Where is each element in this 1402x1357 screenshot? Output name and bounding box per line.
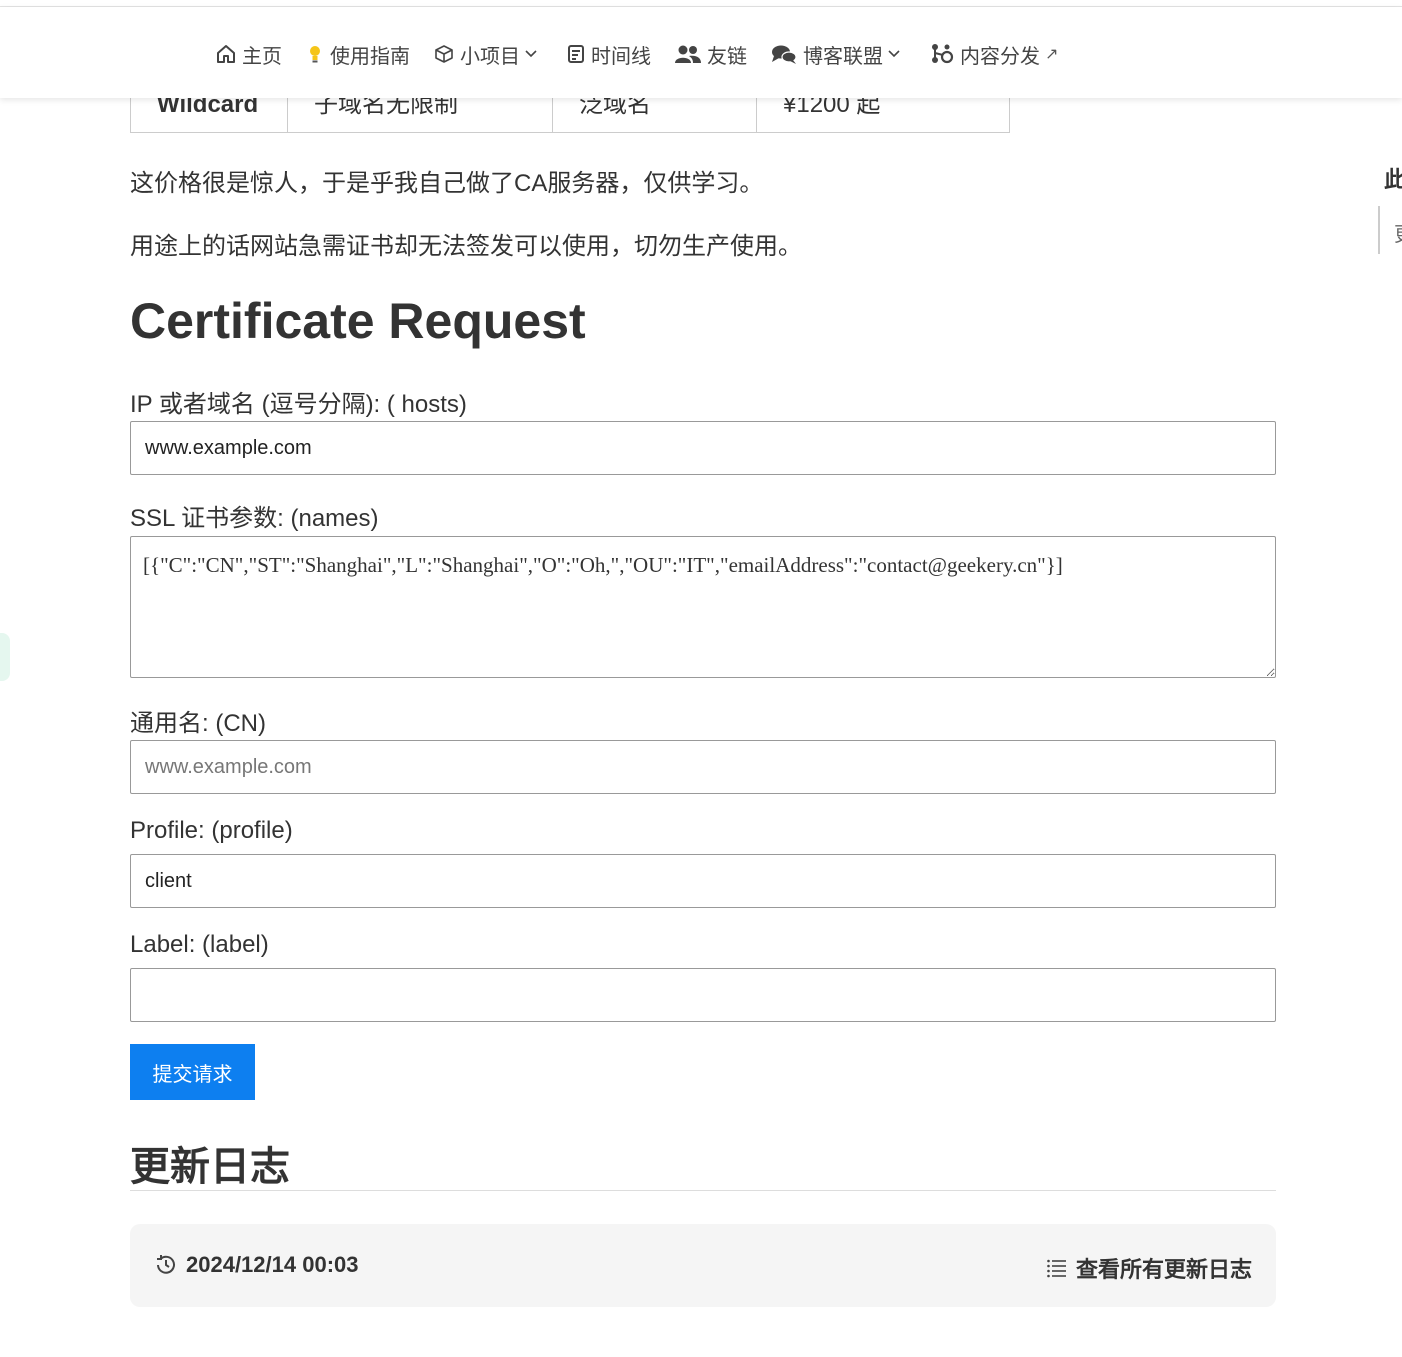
nav-item-guide[interactable]: 使用指南 <box>306 40 410 69</box>
hosts-input[interactable] <box>130 421 1276 475</box>
nav-item-blog-union[interactable]: 博客联盟 <box>771 40 906 69</box>
users-icon <box>675 45 701 63</box>
changelog-divider <box>130 1190 1276 1191</box>
chevron-down-icon <box>525 50 537 58</box>
timeline-icon <box>568 45 584 63</box>
nav-label-friends: 友链 <box>707 45 747 68</box>
nav-item-distribution[interactable]: 内容分发 ↗ <box>930 40 1058 69</box>
history-icon <box>157 1255 175 1274</box>
nav-item-timeline[interactable]: 时间线 <box>567 40 651 69</box>
view-all-changelog-label: 查看所有更新日志 <box>1075 1257 1252 1282</box>
label-label: Label: (label) <box>130 931 269 958</box>
nav-menu: 主页 使用指南 小项目 时间线 友链 博客联盟 内容分发 ↗ <box>216 39 1082 69</box>
names-textarea[interactable]: [{"C":"CN","ST":"Shanghai","L":"Shanghai… <box>130 536 1276 678</box>
sidebar-toc-bar <box>1378 206 1380 254</box>
nav-label-home: 主页 <box>242 45 282 68</box>
nav-label-distribution: 内容分发 <box>960 45 1040 68</box>
cn-label: 通用名: (CN) <box>130 710 266 737</box>
intro-paragraph-1: 这价格很是惊人，于是乎我自己做了CA服务器，仅供学习。 <box>130 170 764 197</box>
changelog-title: 更新日志 <box>130 1145 290 1189</box>
external-link-icon: ↗ <box>1045 46 1059 63</box>
profile-label: Profile: (profile) <box>130 817 293 844</box>
share-nodes-icon <box>932 44 954 64</box>
nav-item-home[interactable]: 主页 <box>216 40 282 69</box>
submit-button[interactable]: 提交请求 <box>130 1044 255 1100</box>
lightbulb-icon <box>310 46 320 63</box>
box-icon <box>435 45 453 63</box>
comments-icon <box>772 45 797 64</box>
changelog-date-text: 2024/12/14 00:03 <box>186 1252 359 1277</box>
chevron-down-icon <box>888 50 900 58</box>
nav-label-timeline: 时间线 <box>591 45 651 68</box>
profile-input[interactable] <box>130 854 1276 908</box>
form-title: Certificate Request <box>130 293 586 349</box>
nav-label-guide: 使用指南 <box>330 45 410 68</box>
list-icon <box>1047 1259 1066 1278</box>
sidebar-toc-item[interactable]: 更 <box>1394 218 1402 247</box>
view-all-changelog-link[interactable]: 查看所有更新日志 <box>1046 1252 1252 1284</box>
names-label: SSL 证书参数: (names) <box>130 505 379 532</box>
intro-paragraph-2: 用途上的话网站急需证书却无法签发可以使用，切勿生产使用。 <box>130 233 802 260</box>
floating-side-tab[interactable] <box>0 633 10 681</box>
label-input[interactable] <box>130 968 1276 1022</box>
changelog-date: 2024/12/14 00:03 <box>154 1252 359 1278</box>
cn-input[interactable] <box>130 740 1276 794</box>
nav-item-projects[interactable]: 小项目 <box>434 40 543 69</box>
nav-item-friends[interactable]: 友链 <box>675 40 747 69</box>
nav-label-blog-union: 博客联盟 <box>803 45 883 68</box>
changelog-box: 2024/12/14 00:03 查看所有更新日志 <box>130 1224 1276 1307</box>
home-icon <box>217 45 235 63</box>
top-navbar: 主页 使用指南 小项目 时间线 友链 博客联盟 内容分发 ↗ <box>0 7 1402 98</box>
hosts-label: IP 或者域名 (逗号分隔): ( hosts) <box>130 391 467 418</box>
sidebar-title: 此 <box>1384 167 1402 192</box>
nav-label-projects: 小项目 <box>460 45 520 68</box>
